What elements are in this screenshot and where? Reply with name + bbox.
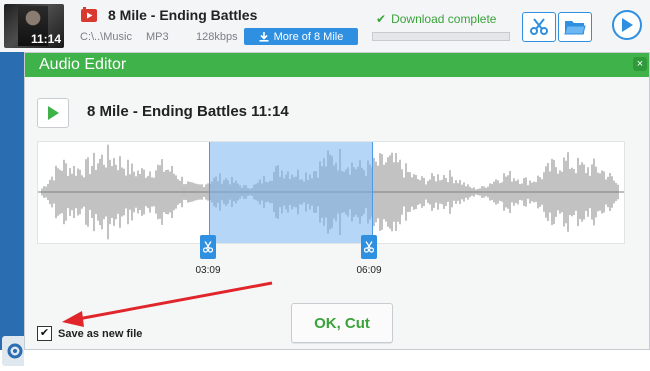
gear-icon [7,343,23,359]
file-bitrate: 128kbps [196,31,238,43]
play-button[interactable] [612,10,642,40]
selection-start-time: 03:09 [195,265,221,276]
cut-audio-button[interactable] [522,12,556,42]
song-title: 8 Mile - Ending Battles [108,7,258,23]
sidebar-strip [0,52,24,366]
download-status: ✔ Download complete [376,12,496,26]
file-format: MP3 [146,31,169,43]
save-as-new-file-option[interactable]: ✔ Save as new file [37,326,142,341]
audio-editor-dialog: Audio Editor × 8 Mile - Ending Battles 1… [24,52,650,350]
video-thumbnail[interactable]: 11:14 [4,4,64,48]
save-as-new-file-label: Save as new file [58,327,143,340]
preview-play-button[interactable] [37,98,69,128]
play-icon [48,106,59,120]
more-button-label: More of 8 Mile [273,30,344,43]
more-of-artist-button[interactable]: More of 8 Mile [244,28,358,45]
dialog-title: Audio Editor [39,56,127,73]
folder-icon [564,21,586,35]
track-title: 8 Mile - Ending Battles 11:14 [87,103,289,120]
scissors-icon [530,18,548,35]
selection-end-time: 06:09 [356,265,382,276]
selection-start-handle[interactable] [200,235,216,259]
settings-button[interactable] [2,336,24,366]
selection-end-handle[interactable] [361,235,377,259]
file-path: C:\..\Music [80,31,132,43]
open-folder-button[interactable] [558,12,592,42]
scissors-icon [364,241,374,253]
thumbnail-duration: 11:14 [30,32,61,46]
close-icon[interactable]: × [633,57,647,71]
dialog-header: Audio Editor × [25,53,649,77]
youtube-icon [81,7,97,22]
play-icon [622,18,633,32]
scissors-icon [203,241,213,253]
check-icon: ✔ [376,12,387,26]
save-as-new-file-checkbox[interactable]: ✔ [37,326,52,341]
status-text: Download complete [391,12,497,26]
waveform[interactable] [37,141,625,244]
selection-region[interactable] [209,142,373,243]
top-bar: 11:14 8 Mile - Ending Battles C:\..\Musi… [0,0,650,53]
ok-cut-button[interactable]: OK, Cut [291,303,393,343]
download-icon [259,31,269,42]
download-progress-bar [372,32,510,41]
